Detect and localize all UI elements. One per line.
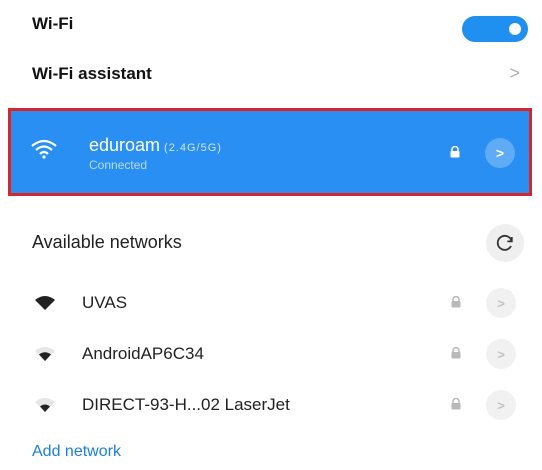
network-details-button[interactable]: > — [486, 288, 516, 318]
toggle-knob — [509, 23, 521, 35]
connected-network-name: eduroam (2.4G/5G) — [89, 135, 222, 156]
wifi-icon — [35, 296, 55, 310]
network-item-uvas[interactable]: UVAS > — [0, 283, 542, 323]
network-item-androidap6c34[interactable]: AndroidAP6C34 > — [0, 334, 542, 374]
network-band-label: (2.4G/5G) — [164, 142, 222, 154]
wifi-assistant-row[interactable]: Wi-Fi assistant > — [0, 56, 542, 90]
wifi-icon — [31, 139, 57, 159]
available-networks-heading: Available networks — [32, 232, 182, 252]
chevron-right-icon: > — [509, 63, 520, 83]
network-item-direct-laserjet[interactable]: DIRECT-93-H...02 LaserJet > — [0, 385, 542, 425]
lock-icon — [450, 146, 460, 158]
network-name: DIRECT-93-H...02 LaserJet — [82, 395, 290, 414]
wifi-toggle-row[interactable]: Wi-Fi — [0, 6, 542, 42]
wifi-icon — [35, 347, 55, 361]
connected-network-card[interactable]: eduroam (2.4G/5G) Connected > — [8, 108, 532, 196]
wifi-toggle-switch[interactable] — [462, 16, 528, 42]
network-name: AndroidAP6C34 — [82, 344, 204, 363]
wifi-label: Wi-Fi — [32, 14, 74, 33]
network-name: UVAS — [82, 293, 128, 312]
network-name-text: eduroam — [89, 135, 161, 155]
lock-icon — [451, 398, 461, 410]
wifi-icon — [35, 398, 55, 412]
network-details-button[interactable]: > — [486, 339, 516, 369]
refresh-icon — [496, 234, 513, 251]
wifi-assistant-label: Wi-Fi assistant — [32, 64, 152, 83]
connection-status: Connected — [89, 158, 148, 172]
lock-icon — [451, 347, 461, 359]
network-details-button[interactable]: > — [485, 138, 515, 168]
network-details-button[interactable]: > — [486, 390, 516, 420]
add-network-link[interactable]: Add network — [32, 443, 121, 461]
lock-icon — [451, 296, 461, 308]
refresh-button[interactable] — [486, 224, 524, 262]
